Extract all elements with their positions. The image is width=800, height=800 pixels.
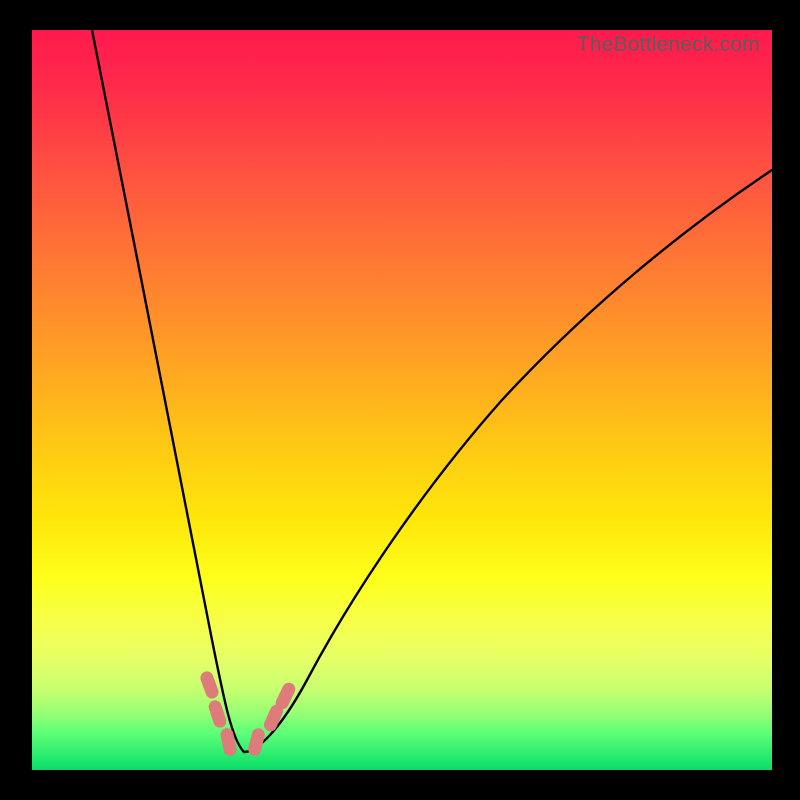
- bottleneck-curve: [32, 30, 772, 770]
- chart-area: TheBottleneck.com: [32, 30, 772, 770]
